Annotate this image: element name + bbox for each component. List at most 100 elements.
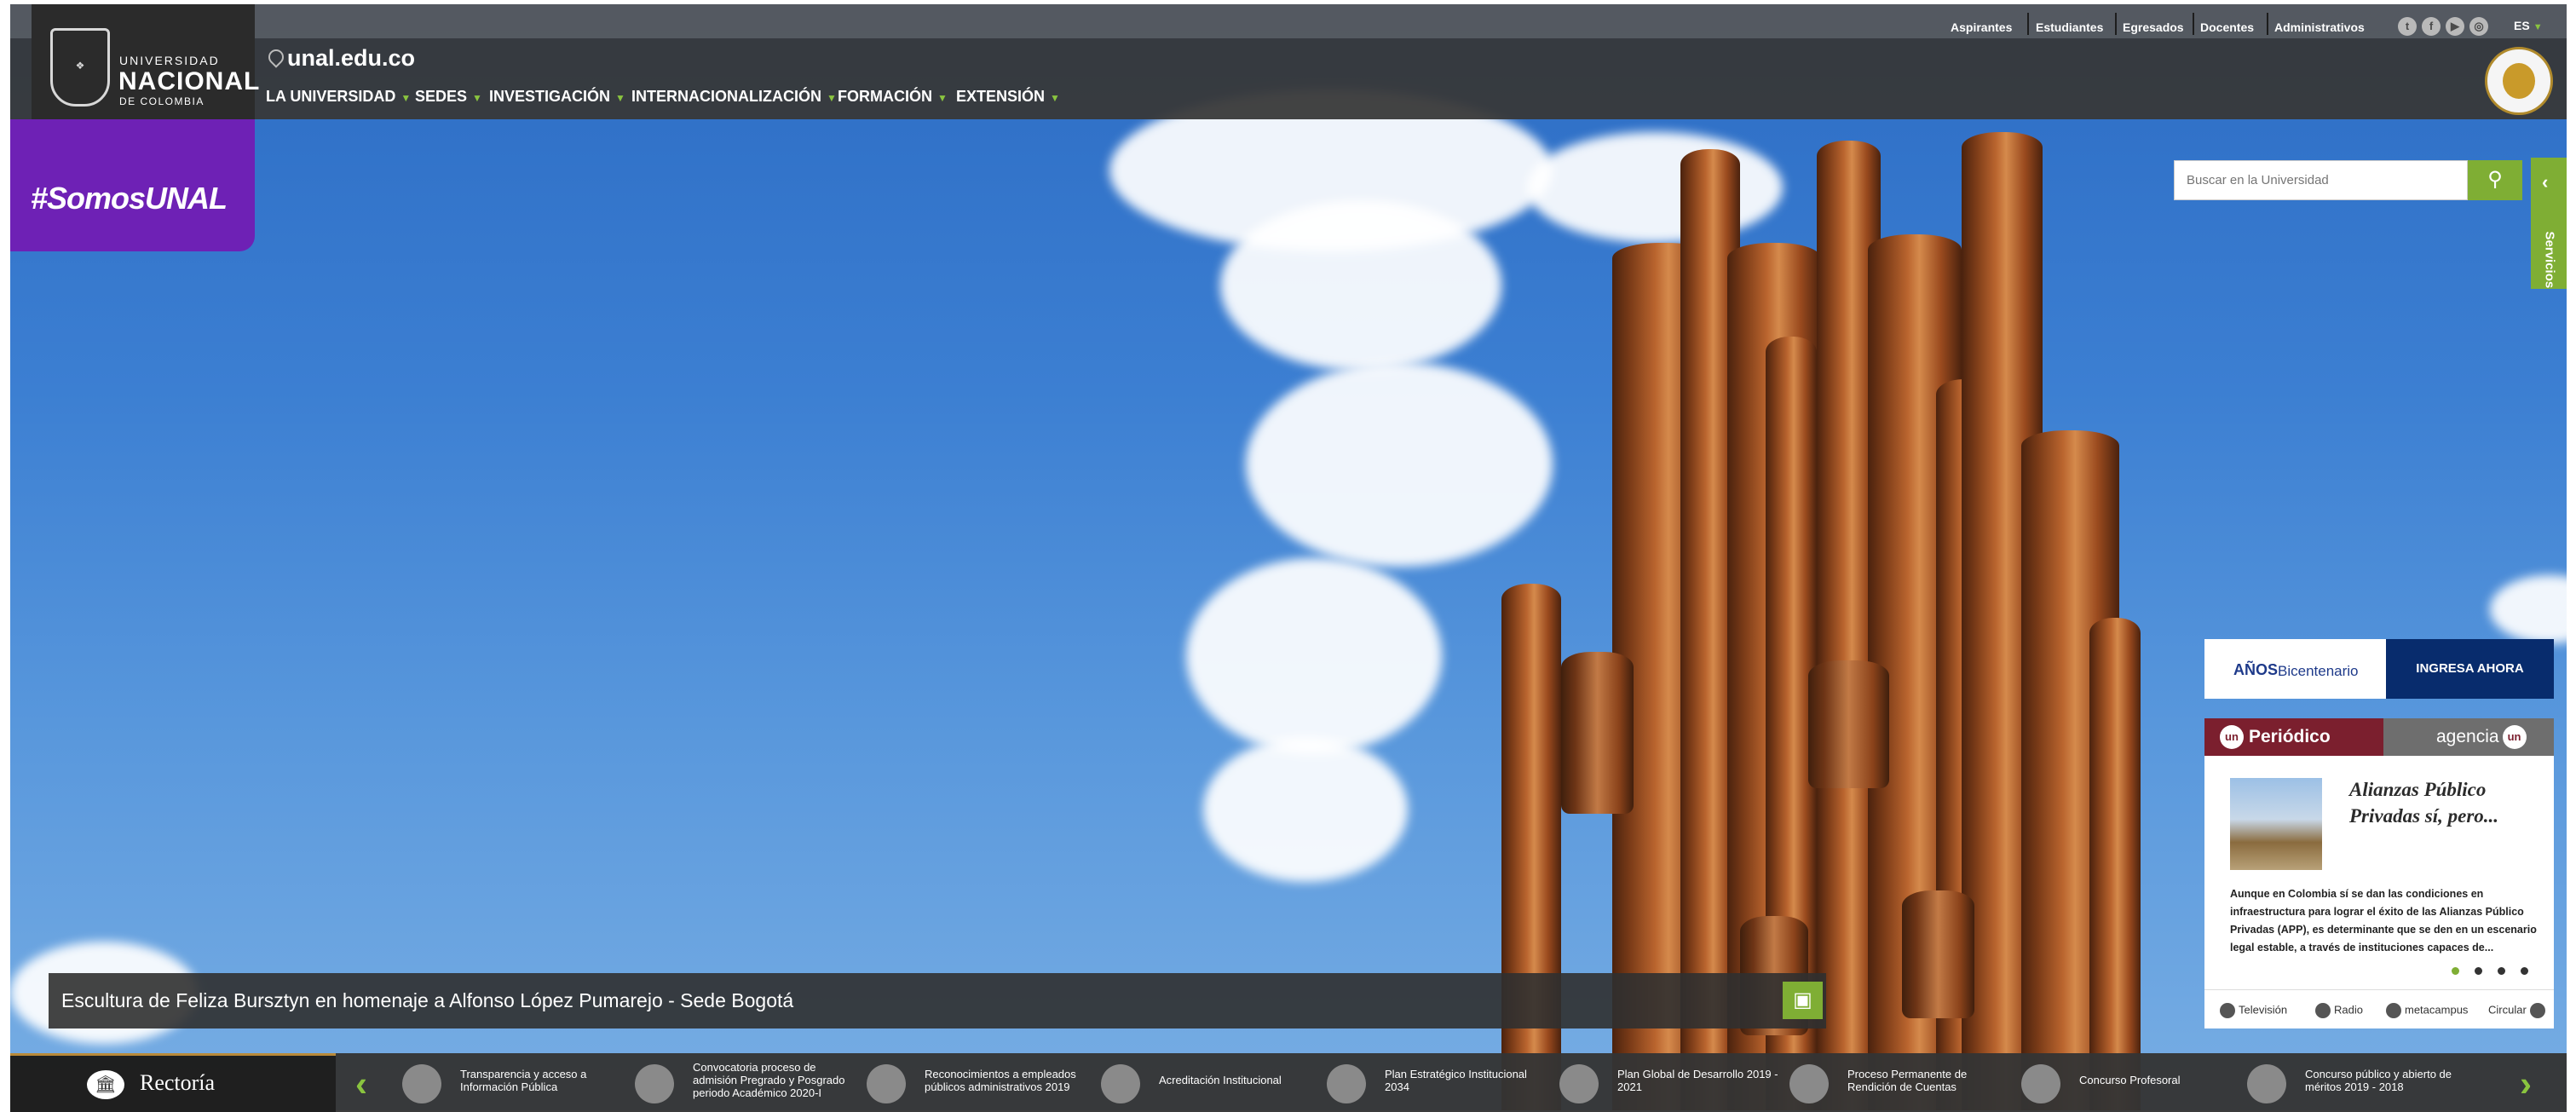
cloud [1246, 362, 1553, 567]
somos-unal-banner[interactable]: #SomosUNAL [10, 119, 255, 251]
news-title[interactable]: Alianzas Público Privadas sí, pero... [2349, 776, 2537, 829]
document-icon [402, 1064, 441, 1103]
link-reconocimientos[interactable]: Reconocimientos a empleados públicos adm… [867, 1064, 1088, 1103]
menu-sedes[interactable]: SEDES ▼ [415, 88, 482, 106]
chevron-left-icon[interactable]: ‹ [355, 1063, 367, 1104]
link-circular[interactable]: Circular [2488, 1003, 2549, 1018]
search-icon: ⚲ [2487, 168, 2503, 191]
quill-icon [2247, 1064, 2286, 1103]
news-thumbnail[interactable] [2230, 778, 2322, 870]
services-label: Servicios [2542, 231, 2557, 289]
tab-periodico[interactable]: un Periódico [2204, 718, 2383, 756]
footer-label: Televisión [2239, 1003, 2288, 1017]
link-concurso-profesoral[interactable]: Concurso Profesoral [2021, 1064, 2226, 1103]
link-egresados[interactable]: Egresados [2123, 19, 2184, 36]
menu-extension[interactable]: EXTENSIÓN ▼ [956, 88, 1060, 106]
link-plan-global[interactable]: Plan Global de Desarrollo 2019 - 2021 [1559, 1064, 1781, 1103]
carousel-dot[interactable] [2521, 967, 2528, 975]
university-logo[interactable]: ❖ UNIVERSIDAD NACIONAL DE COLOMBIA [32, 4, 259, 136]
search-input[interactable] [2174, 160, 2468, 200]
separator [2027, 13, 2029, 35]
un-logo-icon: un [2502, 725, 2527, 750]
link-concurso-publico[interactable]: Concurso público y abierto de méritos 20… [2247, 1064, 2486, 1103]
un-circular-icon [2529, 1003, 2545, 1018]
chevron-down-icon: ▼ [2533, 22, 2543, 32]
menu-investigacion[interactable]: INVESTIGACIÓN ▼ [489, 88, 625, 106]
university-shield-icon: ❖ [50, 28, 110, 107]
rectoria-label: Rectoría [140, 1070, 216, 1095]
footer-label: metacampus [2405, 1003, 2469, 1017]
menu-label: INTERNACIONALIZACIÓN [631, 88, 821, 105]
chevron-down-icon: ▼ [1050, 92, 1060, 104]
carousel-dot[interactable] [2475, 967, 2482, 975]
link-label: Proceso Permanente de Rendición de Cuent… [1847, 1068, 1968, 1093]
chevron-down-icon: ▼ [401, 92, 412, 104]
page: Aspirantes Estudiantes Egresados Docente… [0, 0, 2576, 1112]
link-estudiantes[interactable]: Estudiantes [2036, 19, 2103, 36]
cloud [2490, 575, 2567, 643]
link-radio[interactable]: Radio [2315, 1003, 2363, 1018]
separator [2267, 13, 2268, 35]
menu-la-universidad[interactable]: LA UNIVERSIDAD ▼ [266, 88, 411, 106]
logo-line-1: UNIVERSIDAD [119, 54, 220, 67]
link-label: Plan Global de Desarrollo 2019 - 2021 [1617, 1068, 1778, 1093]
link-docentes[interactable]: Docentes [2200, 19, 2254, 36]
menu-label: SEDES [415, 88, 468, 105]
link-aspirantes[interactable]: Aspirantes [1951, 19, 2012, 36]
search-button[interactable]: ⚲ [2468, 160, 2522, 200]
somos-unal-label: #SomosUNAL [31, 181, 228, 216]
news-summary: Aunque en Colombia sí se dan las condici… [2230, 888, 2537, 954]
menu-label: INVESTIGACIÓN [489, 88, 611, 105]
hand-icon [635, 1064, 674, 1103]
checkmark-icon [1101, 1064, 1140, 1103]
top-utility-bar: Aspirantes Estudiantes Egresados Docente… [10, 4, 2567, 38]
cloud [1527, 132, 1783, 243]
chevron-left-icon: ‹ [2542, 171, 2549, 193]
ingresa-ahora-button[interactable]: INGRESA AHORA [2386, 639, 2554, 699]
chevron-down-icon: ▼ [827, 92, 837, 104]
youtube-icon[interactable]: ▶ [2446, 17, 2464, 36]
menu-label: EXTENSIÓN [956, 88, 1046, 105]
metacampus-icon [2386, 1003, 2401, 1018]
menu-internacionalizacion[interactable]: INTERNACIONALIZACIÓN ▼ [631, 88, 837, 106]
sculpture-ring [1808, 660, 1889, 788]
footer-label: Radio [2334, 1003, 2363, 1017]
sculpture-ring [1902, 890, 1974, 1018]
link-label: Concurso Profesoral [2079, 1074, 2181, 1086]
link-acreditacion[interactable]: Acreditación Institucional [1101, 1064, 1305, 1103]
instagram-icon[interactable]: ◎ [2469, 17, 2488, 36]
coat-of-arms-seal[interactable] [2485, 47, 2553, 115]
carousel-dot[interactable] [2452, 967, 2459, 975]
chevron-right-icon[interactable]: › [2520, 1063, 2532, 1104]
services-tab[interactable]: ‹ Servicios [2531, 158, 2567, 289]
building-icon: 🏛 [87, 1070, 124, 1099]
bicentenario-banner[interactable]: AÑOS Bicentenario [2204, 639, 2386, 699]
footer-label: Circular [2488, 1003, 2527, 1017]
carousel-dot[interactable] [2498, 967, 2505, 975]
sculpture-pipe [1501, 584, 1561, 1110]
menu-formacion[interactable]: FORMACIÓN ▼ [838, 88, 948, 106]
link-television[interactable]: Televisión [2220, 1003, 2287, 1018]
pgd-logo-icon [1559, 1064, 1599, 1103]
link-label: Acreditación Institucional [1159, 1074, 1282, 1086]
link-label: Reconocimientos a empleados públicos adm… [925, 1068, 1076, 1093]
image-icon[interactable]: ▣ [1783, 982, 1823, 1019]
link-administrativos[interactable]: Administrativos [2274, 19, 2365, 36]
link-plan-estrategico[interactable]: Plan Estratégico Institucional 2034 [1327, 1064, 1548, 1103]
link-rendicion-cuentas[interactable]: Proceso Permanente de Rendición de Cuent… [1789, 1064, 2011, 1103]
tab-label: agencia [2436, 727, 2499, 746]
image-caption-bar: Escultura de Feliza Bursztyn en homenaje… [49, 973, 1826, 1028]
twitter-icon[interactable]: t [2398, 17, 2417, 36]
un-logo-icon: un [2220, 725, 2244, 750]
link-convocatoria[interactable]: Convocatoria proceso de admisión Pregrad… [635, 1061, 856, 1103]
link-transparencia[interactable]: Transparencia y acceso a Información Púb… [402, 1064, 607, 1103]
sculpture-ring [1561, 652, 1634, 814]
rectoria-button[interactable]: 🏛 Rectoría [10, 1053, 336, 1112]
facebook-icon[interactable]: f [2422, 17, 2441, 36]
link-metacampus[interactable]: metacampus [2386, 1003, 2468, 1018]
cloud [1186, 558, 1442, 754]
tab-agencia[interactable]: agencia un [2383, 718, 2554, 756]
language-selector[interactable]: ES ▼ [2514, 19, 2543, 32]
site-domain[interactable]: unal.edu.co [287, 45, 415, 72]
link-label: Convocatoria proceso de admisión Pregrad… [693, 1061, 845, 1099]
